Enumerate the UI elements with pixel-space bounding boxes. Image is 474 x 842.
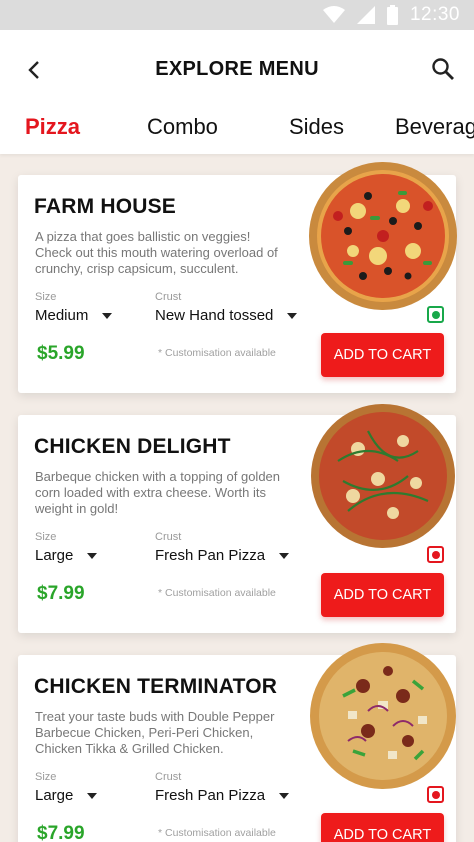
non-veg-indicator-icon [427, 786, 444, 803]
item-name: CHICKEN DELIGHT [34, 435, 231, 458]
size-value: Large [35, 787, 74, 804]
item-description: Treat your taste buds with Double Pepper… [35, 709, 275, 756]
item-description: Barbeque chicken with a topping of golde… [35, 469, 281, 516]
menu-item-card: CHICKEN TERMINATOR Treat your taste buds… [18, 643, 456, 842]
item-price: $7.99 [37, 583, 85, 604]
crust-label: Crust [155, 771, 182, 783]
dropdown-caret-icon [87, 552, 98, 559]
dropdown-caret-icon [87, 792, 98, 799]
crust-dropdown[interactable]: Fresh Pan Pizza [155, 547, 290, 564]
menu-item-card: FARM HOUSE A pizza that goes ballistic o… [18, 162, 457, 393]
item-description: A pizza that goes ballistic on veggies! … [35, 229, 278, 276]
dropdown-caret-icon [279, 792, 290, 799]
search-icon [432, 58, 454, 80]
crust-label: Crust [155, 291, 182, 303]
page-title: EXPLORE MENU [155, 58, 319, 80]
tab-combo[interactable]: Combo [147, 114, 218, 140]
size-label: Size [35, 531, 57, 543]
size-dropdown[interactable]: Large [35, 547, 98, 564]
farm-house-pizza-image [309, 162, 457, 310]
wifi-icon [322, 6, 345, 23]
size-label: Size [35, 771, 57, 783]
tab-sides[interactable]: Sides [289, 114, 344, 140]
crust-label: Crust [155, 531, 182, 543]
customisation-note: * Customisation available [158, 347, 276, 359]
veg-indicator-icon [427, 306, 444, 323]
chicken-terminator-pizza-image [310, 643, 456, 789]
item-name: FARM HOUSE [34, 195, 177, 218]
status-bar: 12:30 [0, 0, 474, 30]
size-value: Medium [35, 307, 89, 324]
chicken-delight-pizza-image [311, 404, 455, 548]
status-icons: 12:30 [322, 4, 460, 26]
customisation-note: * Customisation available [158, 827, 276, 839]
non-veg-indicator-icon [427, 546, 444, 563]
tab-beverages[interactable]: Beverag [395, 114, 474, 140]
item-price: $5.99 [37, 343, 85, 364]
item-name: CHICKEN TERMINATOR [34, 675, 278, 698]
size-value: Large [35, 547, 74, 564]
item-price: $7.99 [37, 823, 85, 842]
battery-icon [386, 5, 398, 25]
size-label: Size [35, 291, 57, 303]
crust-value: Fresh Pan Pizza [155, 787, 266, 804]
dropdown-caret-icon [287, 312, 298, 319]
crust-dropdown[interactable]: New Hand tossed [155, 307, 298, 324]
crust-value: Fresh Pan Pizza [155, 547, 266, 564]
category-tabs: Pizza Combo Sides Beverag [0, 110, 474, 154]
add-to-cart-button[interactable]: ADD TO CART [321, 333, 444, 377]
customisation-note: * Customisation available [158, 587, 276, 599]
add-to-cart-button[interactable]: ADD TO CART [321, 813, 444, 842]
dropdown-caret-icon [279, 552, 290, 559]
menu-item-card: CHICKEN DELIGHT Barbeque chicken with a … [18, 404, 456, 633]
search-button[interactable] [428, 54, 458, 84]
signal-icon [356, 6, 375, 24]
tab-pizza[interactable]: Pizza [25, 114, 80, 140]
size-dropdown[interactable]: Large [35, 787, 98, 804]
dropdown-caret-icon [102, 312, 113, 319]
size-dropdown[interactable]: Medium [35, 307, 113, 324]
crust-value: New Hand tossed [155, 307, 274, 324]
add-to-cart-button[interactable]: ADD TO CART [321, 573, 444, 617]
status-time: 12:30 [409, 4, 460, 25]
app-bar: EXPLORE MENU [0, 30, 474, 110]
crust-dropdown[interactable]: Fresh Pan Pizza [155, 787, 290, 804]
